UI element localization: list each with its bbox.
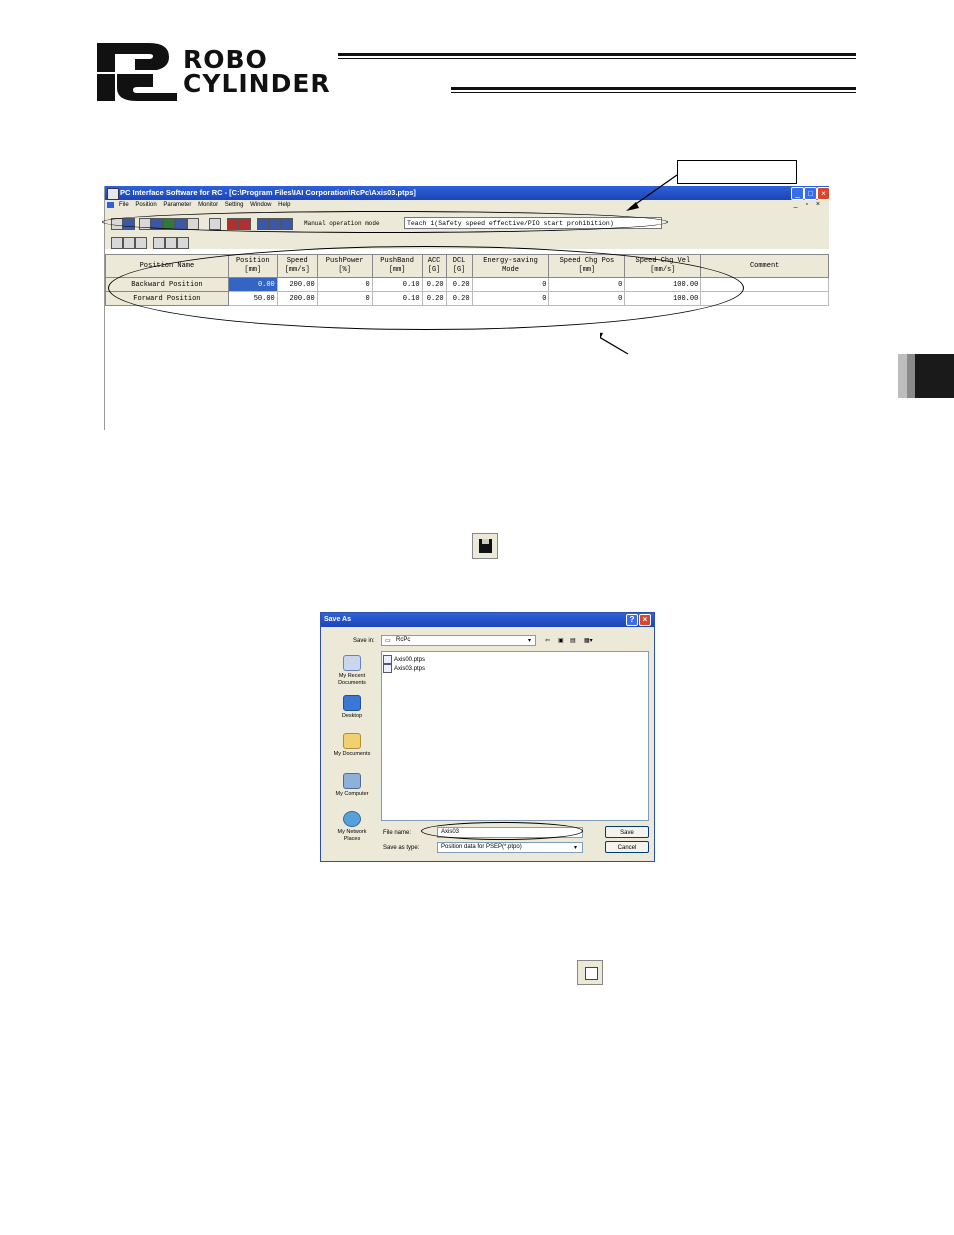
app-window: PC Interface Software for RC - [C:\Progr… xyxy=(102,186,830,430)
app-title: PC Interface Software for RC - [C:\Progr… xyxy=(120,188,416,197)
close-icon[interactable]: × xyxy=(639,614,651,626)
menu-help[interactable]: Help xyxy=(278,202,290,208)
filename-highlight-oval xyxy=(421,822,583,840)
menu-position[interactable]: Position xyxy=(135,202,156,208)
new-folder-icon[interactable]: ▤ xyxy=(570,637,576,644)
menu-window[interactable]: Window xyxy=(250,202,271,208)
properties-icon[interactable] xyxy=(123,237,135,249)
menu-parameter[interactable]: Parameter xyxy=(163,202,191,208)
cancel-button[interactable]: Cancel xyxy=(605,841,649,853)
list-item[interactable]: Axis00.ptps xyxy=(383,655,425,664)
folder-icon: ▭ xyxy=(385,638,391,644)
desktop-icon xyxy=(343,695,361,711)
rc-logo-icon xyxy=(97,43,177,101)
header-rule-bottom xyxy=(451,87,856,90)
my-computer-icon xyxy=(343,773,361,789)
position-table-icon xyxy=(577,960,603,985)
menu-file[interactable]: File xyxy=(119,202,129,208)
save-type-label: Save as type: xyxy=(383,845,420,851)
chevron-down-icon: ▾ xyxy=(528,638,532,644)
menu-setting[interactable]: Setting xyxy=(225,202,244,208)
save-in-value: RcPc xyxy=(396,637,411,643)
chevron-down-icon: ▾ xyxy=(574,845,578,851)
logo-wordmark: ROBO CYLINDER xyxy=(183,47,331,98)
save-in-label: Save in: xyxy=(353,638,375,644)
paste-icon[interactable] xyxy=(177,237,189,249)
maximize-icon[interactable]: □ xyxy=(804,187,817,200)
cut-icon[interactable] xyxy=(153,237,165,249)
logo-line-cylinder: CYLINDER xyxy=(183,69,331,98)
toolbar-highlight-oval xyxy=(102,211,668,233)
minimize-icon[interactable]: _ xyxy=(791,187,804,200)
close-icon[interactable]: × xyxy=(817,187,830,200)
recent-documents-icon xyxy=(343,655,361,671)
file-icon xyxy=(383,655,392,664)
place-my-documents[interactable]: My Documents xyxy=(329,733,375,758)
file-icon xyxy=(383,664,392,673)
place-my-computer[interactable]: My Computer xyxy=(329,773,375,798)
place-desktop[interactable]: Desktop xyxy=(329,695,375,720)
list-item[interactable]: Axis03.ptps xyxy=(383,664,425,673)
up-folder-icon[interactable]: ▣ xyxy=(558,637,564,644)
my-documents-icon xyxy=(343,733,361,749)
copy-icon[interactable] xyxy=(165,237,177,249)
views-icon[interactable]: ▦▾ xyxy=(584,637,593,644)
menu-bar: File Position Parameter Monitor Setting … xyxy=(105,200,829,210)
save-type-select[interactable]: Position data for PSEP(*.ptpo) ▾ xyxy=(437,842,583,853)
save-button[interactable]: Save xyxy=(605,826,649,838)
header-rule-top xyxy=(338,53,856,56)
dialog-titlebar: Save As ? × xyxy=(321,613,654,627)
save-in-select[interactable]: ▭ RcPc ▾ xyxy=(381,635,536,646)
help-icon[interactable]: ? xyxy=(626,614,638,626)
header-rule-bottom-thin xyxy=(451,92,856,93)
back-icon[interactable]: ⇦ xyxy=(545,637,550,644)
file-list[interactable] xyxy=(381,651,649,821)
save-icon[interactable] xyxy=(111,237,123,249)
place-network[interactable]: My Network Places xyxy=(329,811,375,843)
menu-monitor[interactable]: Monitor xyxy=(198,202,218,208)
print-icon[interactable] xyxy=(135,237,147,249)
file-name-label: File name: xyxy=(383,830,412,836)
network-places-icon xyxy=(343,811,361,827)
doc-icon xyxy=(107,202,114,208)
place-recent[interactable]: My Recent Documents xyxy=(329,655,375,687)
app-icon xyxy=(107,188,119,200)
save-as-dialog: Save As ? × Save in: ▭ RcPc ▾ ⇦ ▣ ▤ ▦▾ M… xyxy=(320,612,655,862)
dialog-title: Save As xyxy=(324,616,351,623)
header-rule-top-thin xyxy=(338,58,856,59)
places-bar: My Recent Documents Desktop My Documents… xyxy=(329,651,373,859)
save-disk-icon xyxy=(472,533,498,559)
mdi-controls[interactable]: _ ▫ × xyxy=(794,200,823,210)
app-titlebar: PC Interface Software for RC - [C:\Progr… xyxy=(105,186,830,200)
callout-arrows xyxy=(600,174,678,355)
chapter-tab xyxy=(898,354,954,398)
